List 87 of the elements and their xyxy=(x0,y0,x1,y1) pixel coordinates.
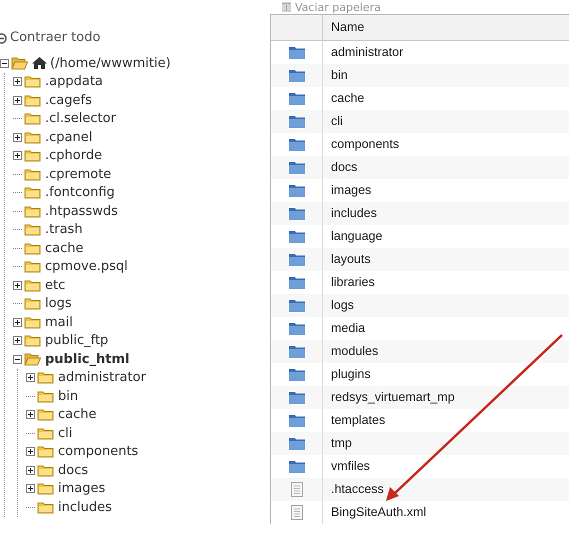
folder-icon xyxy=(24,278,43,292)
folder-icon xyxy=(37,445,56,458)
tree-item[interactable]: cache xyxy=(45,238,84,258)
file-name[interactable]: media xyxy=(323,319,366,338)
expand-toggle-icon[interactable] xyxy=(13,96,22,105)
expand-toggle-icon[interactable] xyxy=(13,318,22,327)
tree-item[interactable]: .cpremote xyxy=(45,164,112,184)
tree-item[interactable]: components xyxy=(58,442,138,462)
file-name[interactable]: logs xyxy=(323,296,354,315)
file-name[interactable]: tmp xyxy=(323,434,352,453)
folder-icon xyxy=(37,426,56,440)
home-icon xyxy=(32,57,47,70)
file-name[interactable]: components xyxy=(323,135,400,154)
expand-toggle-icon[interactable] xyxy=(26,484,35,494)
tree-item[interactable]: .cl.selector xyxy=(45,109,116,128)
file-name[interactable]: modules xyxy=(323,342,378,361)
expand-toggle-icon[interactable] xyxy=(13,132,22,142)
folder-icon xyxy=(24,75,43,88)
open-folder-icon xyxy=(11,56,30,70)
file-name[interactable]: docs xyxy=(323,158,358,177)
file-name[interactable]: images xyxy=(323,181,372,200)
tree-item[interactable]: .cphorde xyxy=(45,146,102,166)
folder-icon xyxy=(37,390,56,403)
expand-toggle-icon[interactable] xyxy=(26,447,35,456)
tree-item[interactable]: cpmove.psql xyxy=(45,257,128,276)
expand-toggle-icon[interactable] xyxy=(13,280,22,290)
folder-icon xyxy=(24,334,43,348)
tree-item[interactable]: .trash xyxy=(45,220,83,240)
folder-icon xyxy=(24,94,43,107)
tree-item[interactable]: docs xyxy=(58,460,88,480)
tree-item[interactable]: .htpasswds xyxy=(45,202,118,221)
folder-icon xyxy=(37,500,56,514)
tree-item[interactable]: etc xyxy=(45,276,66,295)
collapse-all-link[interactable]: Contraer todo xyxy=(0,28,100,48)
folder-icon xyxy=(24,316,43,329)
open-folder-icon xyxy=(24,352,43,366)
expand-toggle-icon[interactable] xyxy=(13,77,22,86)
folder-icon xyxy=(24,204,43,218)
tree-item[interactable]: cache xyxy=(58,405,96,424)
file-name[interactable]: layouts xyxy=(323,250,371,269)
tree-item[interactable]: .cpanel xyxy=(45,128,92,147)
file-name[interactable]: vmfiles xyxy=(323,457,370,476)
folder-icon xyxy=(24,297,43,310)
file-name[interactable]: BingSiteAuth.xml xyxy=(323,503,426,522)
file-name[interactable]: includes xyxy=(323,204,377,223)
folder-icon xyxy=(24,112,43,126)
tree-item[interactable]: (/home/wwwmitie) xyxy=(50,54,171,73)
file-name[interactable]: templates xyxy=(323,411,386,430)
folder-icon xyxy=(24,168,43,181)
expand-toggle-icon[interactable] xyxy=(26,373,35,382)
tree-item[interactable]: administrator xyxy=(58,368,146,388)
tree-item[interactable]: public_ftp xyxy=(45,331,108,350)
folder-icon xyxy=(24,149,43,162)
expand-toggle-icon[interactable] xyxy=(26,410,35,420)
tree-item[interactable]: bin xyxy=(58,386,78,406)
folder-icon xyxy=(37,371,56,384)
tree-item[interactable]: logs xyxy=(45,294,72,314)
tree-item[interactable]: .appdata xyxy=(45,72,103,92)
file-name[interactable]: libraries xyxy=(323,273,375,292)
file-name[interactable]: cli xyxy=(323,112,343,131)
folder-icon xyxy=(24,186,43,200)
trash-icon xyxy=(282,2,291,12)
folder-icon xyxy=(24,223,43,236)
expand-toggle-icon[interactable] xyxy=(26,466,35,475)
folder-icon xyxy=(24,130,43,144)
tree-item[interactable]: mail xyxy=(45,312,73,332)
expand-toggle-icon[interactable] xyxy=(13,151,22,160)
file-name[interactable]: .htaccess xyxy=(323,480,384,499)
folder-icon xyxy=(37,408,56,422)
file-name[interactable]: plugins xyxy=(323,365,371,384)
file-name[interactable]: bin xyxy=(323,66,348,85)
collapse-toggle-icon[interactable] xyxy=(0,58,9,68)
tree-item[interactable]: public_html xyxy=(45,350,130,369)
file-name[interactable]: language xyxy=(323,227,382,246)
tree-item[interactable]: includes xyxy=(58,498,112,517)
expand-toggle-icon[interactable] xyxy=(13,336,22,346)
folder-icon xyxy=(24,242,43,255)
file-name[interactable]: administrator xyxy=(323,43,404,62)
file-name[interactable]: cache xyxy=(323,89,364,108)
folder-icon xyxy=(37,482,56,496)
tree-item[interactable]: cli xyxy=(58,424,72,443)
tree-item[interactable]: images xyxy=(58,479,106,498)
folder-icon xyxy=(37,464,56,477)
collapse-toggle-icon[interactable] xyxy=(13,354,22,364)
tree-item[interactable]: .fontconfig xyxy=(45,183,115,202)
tree-item[interactable]: .cagefs xyxy=(45,90,92,110)
folder-icon xyxy=(24,260,43,274)
